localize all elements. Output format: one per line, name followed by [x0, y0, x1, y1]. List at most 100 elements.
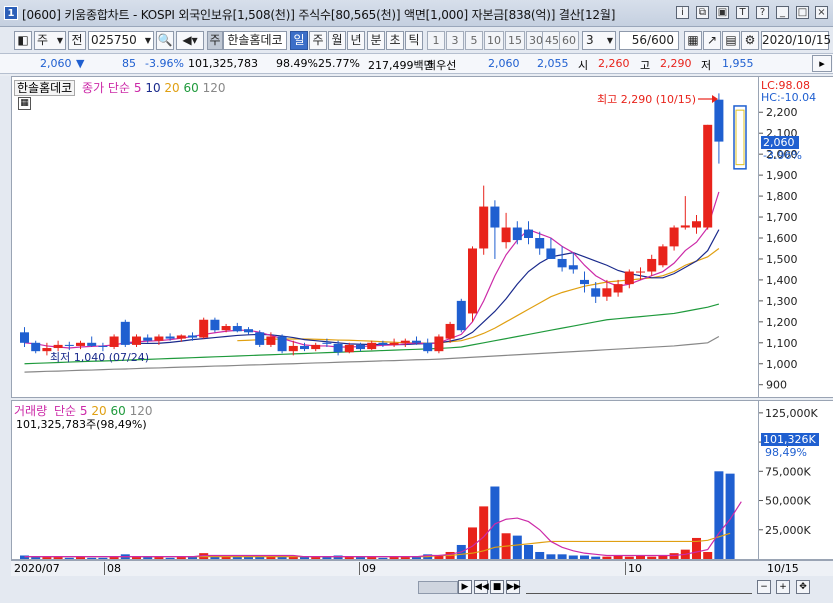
save-icon[interactable]: ▣ [716, 6, 729, 19]
candle-body [703, 124, 713, 228]
candle-body [456, 300, 466, 331]
period-daily[interactable]: 일 [290, 31, 308, 50]
candle-body [636, 271, 645, 273]
restore-window-icon[interactable]: ⧉ [696, 6, 709, 19]
price-chart[interactable]: 한솔홈데코 종가 단순 5 10 20 60 120 ▦ 최고 2,290 (1… [11, 76, 759, 398]
volume-bar [87, 557, 97, 559]
period-monthly[interactable]: 월 [328, 31, 346, 50]
stock-code-value: 025750 [91, 33, 137, 47]
chart-scrollbar[interactable]: ▶ ◀◀ ■ ▶▶ − + ✥ [0, 576, 833, 603]
search-icon[interactable]: 🔍 [156, 31, 174, 50]
candle-body [389, 342, 399, 345]
volume-axis: 125,000K100,000K75,000K50,000K25,000K 10… [759, 400, 833, 560]
volume-bar [725, 473, 735, 559]
turnover-rate: 25.77% [318, 57, 360, 70]
interval-3[interactable]: 3 [446, 31, 464, 50]
candle-body [20, 332, 29, 343]
candle-body [423, 342, 433, 352]
speaker-icon[interactable]: ◀▾ [176, 31, 204, 50]
rewind-icon[interactable]: ◀◀ [474, 580, 489, 594]
price-axis-label: 1,000 [766, 358, 798, 371]
interval-10[interactable]: 10 [484, 31, 504, 50]
minimize-icon[interactable]: _ [776, 6, 789, 19]
interval-select[interactable]: 3 ▼ [582, 31, 616, 50]
grid-icon[interactable]: ▦ [684, 31, 702, 50]
price-axis-label: 2,200 [766, 106, 798, 119]
volume-bar [98, 557, 108, 559]
low-label: 저 [701, 59, 712, 72]
link-icon[interactable]: i [676, 6, 689, 19]
title-bar: 1 [0600] 키움종합차트 - KOSPI 외국인보유[1,508(천)] … [0, 0, 833, 27]
volume-bar [703, 551, 713, 559]
zoom-in-icon[interactable]: + [776, 580, 790, 594]
grid-toggle-icon[interactable]: ▦ [18, 97, 31, 110]
text-icon[interactable]: T [736, 6, 749, 19]
legend-price-label: 종가 단순 [82, 81, 131, 95]
candle-body [468, 248, 477, 314]
maximize-icon[interactable]: □ [796, 6, 809, 19]
price-axis-label: 1,700 [766, 211, 798, 224]
help-icon[interactable]: ? [756, 6, 769, 19]
period-tick[interactable]: 틱 [405, 31, 423, 50]
chart-legend: 한솔홈데코 종가 단순 5 10 20 60 120 [14, 79, 226, 96]
candle-body [479, 206, 489, 249]
candle-body [199, 319, 209, 338]
zoom-out-icon[interactable]: − [757, 580, 771, 594]
layout-icon[interactable]: ◧ [14, 31, 32, 50]
stop-icon[interactable]: ■ [490, 580, 504, 594]
candle-body [120, 321, 130, 345]
price-change: 85 [122, 57, 136, 70]
candle-body [255, 332, 265, 345]
volume-bar [535, 551, 545, 559]
scroll-thumb[interactable] [418, 581, 458, 594]
date-label-jul: 2020/07 [14, 562, 60, 575]
volume-bar [591, 556, 601, 559]
candle-body [568, 265, 578, 270]
interval-15[interactable]: 15 [505, 31, 525, 50]
best-bid: 2,055 [537, 57, 569, 70]
price-axis-label: 1,100 [766, 337, 798, 350]
legend-stock-name: 한솔홈데코 [14, 80, 76, 96]
candle-body [109, 336, 119, 347]
expand-button[interactable]: ▸ [812, 55, 832, 72]
stock-code-input[interactable]: 025750 ▼ [88, 31, 154, 50]
scroll-right-icon[interactable]: ▶ [458, 580, 472, 594]
candle-body [87, 342, 97, 346]
period-minute[interactable]: 분 [367, 31, 385, 50]
candle-body [591, 288, 601, 297]
period-second[interactable]: 초 [386, 31, 404, 50]
date-axis: 2020/07 08 09 10 10/15 [11, 560, 833, 576]
volume-chart[interactable]: 거래량 단순 5 20 60 120 101,325,783주(98,49%) [11, 400, 759, 560]
legend-ma120: 120 [202, 81, 226, 95]
candle-count-input[interactable]: 56/600 [619, 31, 679, 50]
best-ask: 2,060 [488, 57, 520, 70]
save-icon[interactable]: ▤ [722, 31, 740, 50]
move-icon[interactable]: ✥ [796, 580, 810, 594]
window-badge: 1 [4, 6, 18, 20]
interval-5[interactable]: 5 [465, 31, 483, 50]
legend-ma10: 10 [145, 81, 161, 95]
interval-1[interactable]: 1 [427, 31, 445, 50]
legend-ma20: 20 [164, 81, 180, 95]
market-label: 주 [37, 33, 49, 47]
chevron-down-icon: ▼ [144, 36, 151, 45]
toolbar: ◧ 주 ▼ 전 025750 ▼ 🔍 ◀▾ 주 한솔홈데코 일 주 월 년 분 초 … [0, 27, 833, 54]
price-axis-svg: 2,2002,1002,0001,9001,8001,7001,6001,500… [759, 106, 798, 392]
date-label-sep: 09 [359, 562, 376, 575]
date-input[interactable]: 2020/10/15 [761, 31, 831, 50]
close-icon[interactable]: × [815, 6, 828, 19]
play-icon[interactable]: ▶▶ [506, 580, 521, 594]
market-select[interactable]: 주 ▼ [34, 31, 66, 50]
zoom-slider[interactable] [526, 580, 752, 594]
volume-value: 101,325,783 [188, 57, 258, 70]
interval-60[interactable]: 60 [559, 31, 579, 50]
period-yearly[interactable]: 년 [347, 31, 365, 50]
prev-button[interactable]: 전 [68, 31, 86, 50]
period-weekly[interactable]: 주 [309, 31, 327, 50]
jong-badge: 주 [207, 31, 223, 50]
draw-icon[interactable]: ↗ [703, 31, 721, 50]
down-arrow-icon: ▼ [76, 57, 85, 70]
hc-value: HC:-10.04 [761, 91, 817, 104]
date-label-oct: 10 [625, 562, 642, 575]
gear-icon[interactable]: ⚙ [741, 31, 759, 50]
